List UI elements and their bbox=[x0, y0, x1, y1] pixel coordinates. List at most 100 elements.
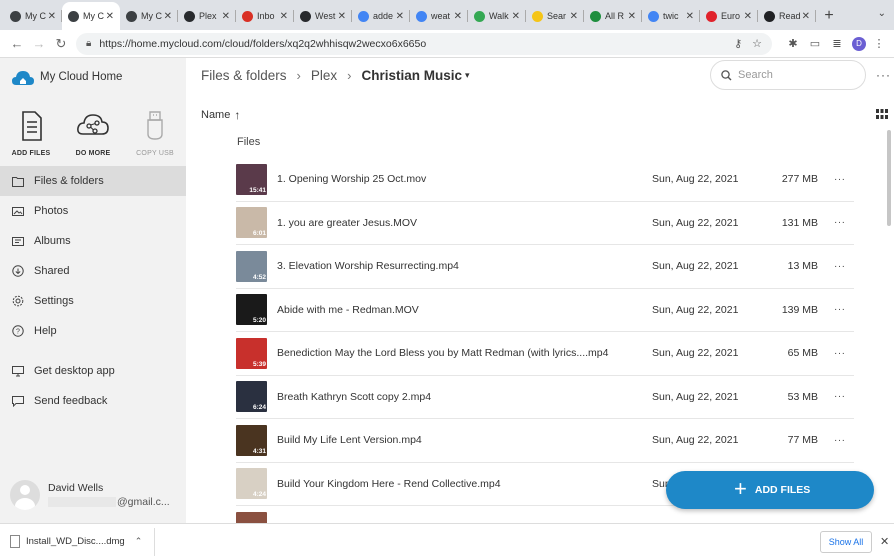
browser-tab[interactable]: My C ✕ bbox=[4, 2, 62, 30]
browser-tab[interactable]: twic ✕ bbox=[642, 2, 700, 30]
chevron-up-icon[interactable]: ⌃ bbox=[135, 536, 143, 547]
tab-close-icon[interactable]: ✕ bbox=[512, 11, 520, 22]
sidebar-item-desktop-app[interactable]: Get desktop app bbox=[0, 356, 186, 386]
sort-by-name[interactable]: Name ↑ bbox=[201, 108, 240, 122]
wordpress-icon bbox=[126, 10, 137, 22]
file-row[interactable]: 5:39 Benediction May the Lord Bless you b… bbox=[236, 332, 854, 376]
file-row[interactable]: 5:20 Abide with me - Redman.MOV Sun, Aug 2… bbox=[236, 289, 854, 332]
video-thumbnail: 5:20 bbox=[236, 294, 267, 326]
row-more-options-icon[interactable]: ··· bbox=[834, 261, 846, 272]
browser-tab[interactable]: Euro ✕ bbox=[700, 2, 758, 30]
sidebar: My Cloud Home ADD FILES DO MORE COPY USB… bbox=[0, 58, 186, 523]
add-files-action[interactable]: ADD FILES bbox=[0, 108, 62, 157]
browser-tab[interactable]: My C ✕ bbox=[62, 2, 120, 30]
tab-close-icon[interactable]: ✕ bbox=[454, 11, 462, 22]
bookmark-star-icon[interactable]: ☆ bbox=[752, 37, 762, 50]
sidebar-item-photos[interactable]: Photos bbox=[0, 196, 186, 226]
sidebar-item-files-folders[interactable]: Files & folders bbox=[0, 166, 186, 196]
search-box[interactable] bbox=[710, 60, 866, 90]
breadcrumb-plex[interactable]: Plex bbox=[311, 68, 337, 83]
sidebar-item-settings[interactable]: Settings bbox=[0, 286, 186, 316]
chevron-down-icon[interactable]: ▾ bbox=[465, 70, 470, 81]
plus-icon: + bbox=[734, 476, 747, 501]
browser-tab[interactable]: Plex ✕ bbox=[178, 2, 236, 30]
row-more-options-icon[interactable]: ··· bbox=[834, 217, 846, 228]
download-item[interactable]: Install_WD_Disc....dmg ⌃ bbox=[10, 527, 156, 556]
browser-menu-icon[interactable]: ⋮ bbox=[870, 37, 888, 50]
browser-tab[interactable]: All R ✕ bbox=[584, 2, 642, 30]
sidebar-item-label: Albums bbox=[34, 235, 71, 247]
browser-tab[interactable]: West ✕ bbox=[294, 2, 352, 30]
user-info: David Wells @gmail.c... bbox=[48, 481, 170, 509]
sidebar-item-albums[interactable]: Albums bbox=[0, 226, 186, 256]
row-more-options-icon[interactable]: ··· bbox=[834, 391, 846, 402]
sidebar-nav: Files & folders Photos Albums Shared Set… bbox=[0, 166, 186, 416]
address-bar[interactable]: 🔒︎ https://home.mycloud.com/cloud/folder… bbox=[76, 32, 772, 55]
file-row[interactable]: 15:41 1. Opening Worship 25 Oct.mov Sun, A… bbox=[236, 158, 854, 202]
breadcrumb-root[interactable]: Files & folders bbox=[201, 68, 287, 83]
file-row[interactable]: 6:24 Breath Kathryn Scott copy 2.mp4 Sun, … bbox=[236, 376, 854, 419]
browser-tab[interactable]: Sear ✕ bbox=[526, 2, 584, 30]
sidebar-item-label: Shared bbox=[34, 265, 70, 277]
add-files-button[interactable]: + ADD FILES bbox=[666, 471, 874, 509]
forward-button[interactable]: → bbox=[28, 36, 50, 51]
row-more-options-icon[interactable]: ··· bbox=[834, 304, 846, 315]
row-more-options-icon[interactable]: ··· bbox=[834, 435, 846, 446]
do-more-action[interactable]: DO MORE bbox=[62, 108, 124, 157]
file-row[interactable]: 4:52 3. Elevation Worship Resurrecting.mp… bbox=[236, 245, 854, 289]
close-icon[interactable]: ✕ bbox=[880, 535, 889, 548]
gear-icon bbox=[12, 295, 24, 307]
tab-close-icon[interactable]: ✕ bbox=[686, 11, 694, 22]
tab-search-icon[interactable]: ⌄ bbox=[878, 8, 886, 19]
breadcrumb-current[interactable]: Christian Music bbox=[361, 68, 462, 83]
browser-tab[interactable]: Walk ✕ bbox=[468, 2, 526, 30]
file-row[interactable]: 4:31 Build My Life Lent Version.mp4 Sun, A… bbox=[236, 419, 854, 463]
tab-close-icon[interactable]: ✕ bbox=[396, 11, 404, 22]
tab-close-icon[interactable]: ✕ bbox=[744, 11, 752, 22]
copy-usb-action[interactable]: COPY USB bbox=[124, 108, 186, 157]
user-account[interactable]: David Wells @gmail.c... bbox=[10, 480, 186, 510]
tab-close-icon[interactable]: ✕ bbox=[338, 11, 346, 22]
browser-tab-label: My C bbox=[25, 11, 46, 21]
browser-tab[interactable]: Inbo ✕ bbox=[236, 2, 294, 30]
grid-view-icon[interactable] bbox=[876, 109, 888, 119]
tab-close-icon[interactable]: ✕ bbox=[106, 11, 114, 22]
row-more-options-icon[interactable]: ··· bbox=[834, 348, 846, 359]
tab-close-icon[interactable]: ✕ bbox=[48, 11, 56, 22]
browser-tab[interactable]: Read ✕ bbox=[758, 2, 816, 30]
cast-icon[interactable]: ▭ bbox=[806, 37, 824, 50]
tab-close-icon[interactable]: ✕ bbox=[628, 11, 636, 22]
copy-usb-label: COPY USB bbox=[136, 150, 174, 157]
sidebar-item-shared[interactable]: Shared bbox=[0, 256, 186, 286]
profile-avatar[interactable]: D bbox=[852, 36, 866, 51]
tab-close-icon[interactable]: ✕ bbox=[570, 11, 578, 22]
user-name: David Wells bbox=[48, 482, 104, 494]
browser-tab-label: Read bbox=[779, 11, 800, 21]
scrollbar[interactable] bbox=[887, 130, 891, 226]
back-button[interactable]: ← bbox=[6, 36, 28, 51]
chevron-right-icon: › bbox=[347, 68, 352, 83]
reload-button[interactable]: ↻ bbox=[50, 36, 72, 52]
tab-close-icon[interactable]: ✕ bbox=[222, 11, 230, 22]
browser-toolbar: ← → ↻ 🔒︎ https://home.mycloud.com/cloud/… bbox=[0, 30, 894, 58]
file-name: 1. Opening Worship 25 Oct.mov bbox=[277, 173, 427, 186]
brand-logo[interactable]: My Cloud Home bbox=[12, 68, 122, 86]
row-more-options-icon[interactable]: ··· bbox=[834, 174, 846, 185]
tab-close-icon[interactable]: ✕ bbox=[164, 11, 172, 22]
tab-close-icon[interactable]: ✕ bbox=[280, 11, 288, 22]
browser-tab[interactable]: adde ✕ bbox=[352, 2, 410, 30]
new-tab-button[interactable]: + bbox=[816, 2, 842, 30]
tab-close-icon[interactable]: ✕ bbox=[802, 11, 810, 22]
browser-tab[interactable]: My C ✕ bbox=[120, 2, 178, 30]
show-all-button[interactable]: Show All bbox=[820, 531, 872, 553]
sidebar-item-help[interactable]: ? Help bbox=[0, 316, 186, 346]
sidebar-item-feedback[interactable]: Send feedback bbox=[0, 386, 186, 416]
key-icon[interactable]: ⚷ bbox=[734, 37, 742, 50]
reading-list-icon[interactable]: ≣ bbox=[828, 37, 846, 50]
extensions-icon[interactable]: ✱ bbox=[784, 37, 802, 50]
file-row[interactable]: 6:01 1. you are greater Jesus.MOV Sun, Aug… bbox=[236, 202, 854, 245]
search-input[interactable] bbox=[738, 69, 848, 81]
more-options-icon[interactable]: ··· bbox=[876, 68, 891, 82]
sidebar-item-label: Get desktop app bbox=[34, 365, 115, 377]
browser-tab[interactable]: weat ✕ bbox=[410, 2, 468, 30]
